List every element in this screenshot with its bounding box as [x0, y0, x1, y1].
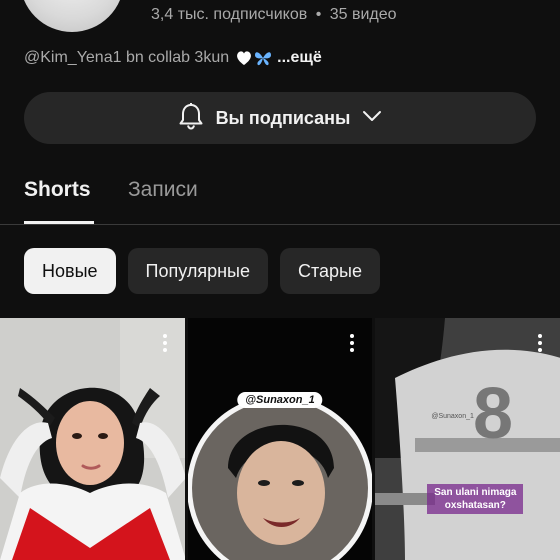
- channel-description[interactable]: @Kim_Yena1 bn collab 3kun ...ещё: [24, 49, 322, 67]
- channel-tabs: Shorts Записи: [0, 164, 560, 225]
- chevron-down-icon: [362, 109, 382, 127]
- more-vert-icon[interactable]: [532, 332, 548, 354]
- subscribed-button[interactable]: Вы подписаны: [24, 92, 536, 144]
- short-thumbnail[interactable]: @Sunaxon_1: [187, 318, 373, 560]
- chip-popular[interactable]: Популярные: [127, 248, 268, 294]
- subscriber-count: 3,4 тыс. подписчиков: [151, 6, 308, 23]
- active-tab-indicator: [24, 221, 94, 224]
- channel-stats: 3,4 тыс. подписчиков • 35 видео: [151, 6, 397, 24]
- tab-posts[interactable]: Записи: [128, 178, 198, 202]
- video-caption: San ulani nimaga oxshatasan?: [427, 484, 524, 514]
- short-thumbnail[interactable]: 8 @Sunaxon_1 San ulani nimaga oxshatasan…: [375, 318, 560, 560]
- video-handle: @Sunaxon_1: [431, 413, 474, 420]
- thumbnail-image: 8: [375, 318, 560, 560]
- chip-newest[interactable]: Новые: [24, 248, 116, 294]
- video-tag: @Sunaxon_1: [237, 392, 323, 408]
- video-count: 35 видео: [329, 6, 397, 23]
- thumbnail-image: [187, 318, 373, 560]
- stats-separator: •: [315, 6, 322, 23]
- bell-icon: [178, 102, 204, 135]
- subscribed-label: Вы подписаны: [215, 107, 351, 128]
- heart-butterfly-emoji: [235, 49, 273, 67]
- shorts-grid: @Sunaxon_1 8 @Sunaxon_1 San ulani nimaga…: [0, 318, 560, 560]
- more-vert-icon[interactable]: [344, 332, 360, 354]
- thumbnail-image: [0, 318, 185, 560]
- description-text: @Kim_Yena1 bn collab 3kun: [24, 49, 230, 66]
- sort-chips: Новые Популярные Старые: [24, 248, 380, 294]
- tab-shorts[interactable]: Shorts: [24, 178, 91, 202]
- chip-oldest[interactable]: Старые: [279, 248, 380, 294]
- svg-text:8: 8: [473, 374, 513, 454]
- more-link[interactable]: ...ещё: [277, 49, 322, 67]
- more-vert-icon[interactable]: [157, 332, 173, 354]
- channel-avatar[interactable]: [20, 0, 124, 32]
- short-thumbnail[interactable]: [0, 318, 185, 560]
